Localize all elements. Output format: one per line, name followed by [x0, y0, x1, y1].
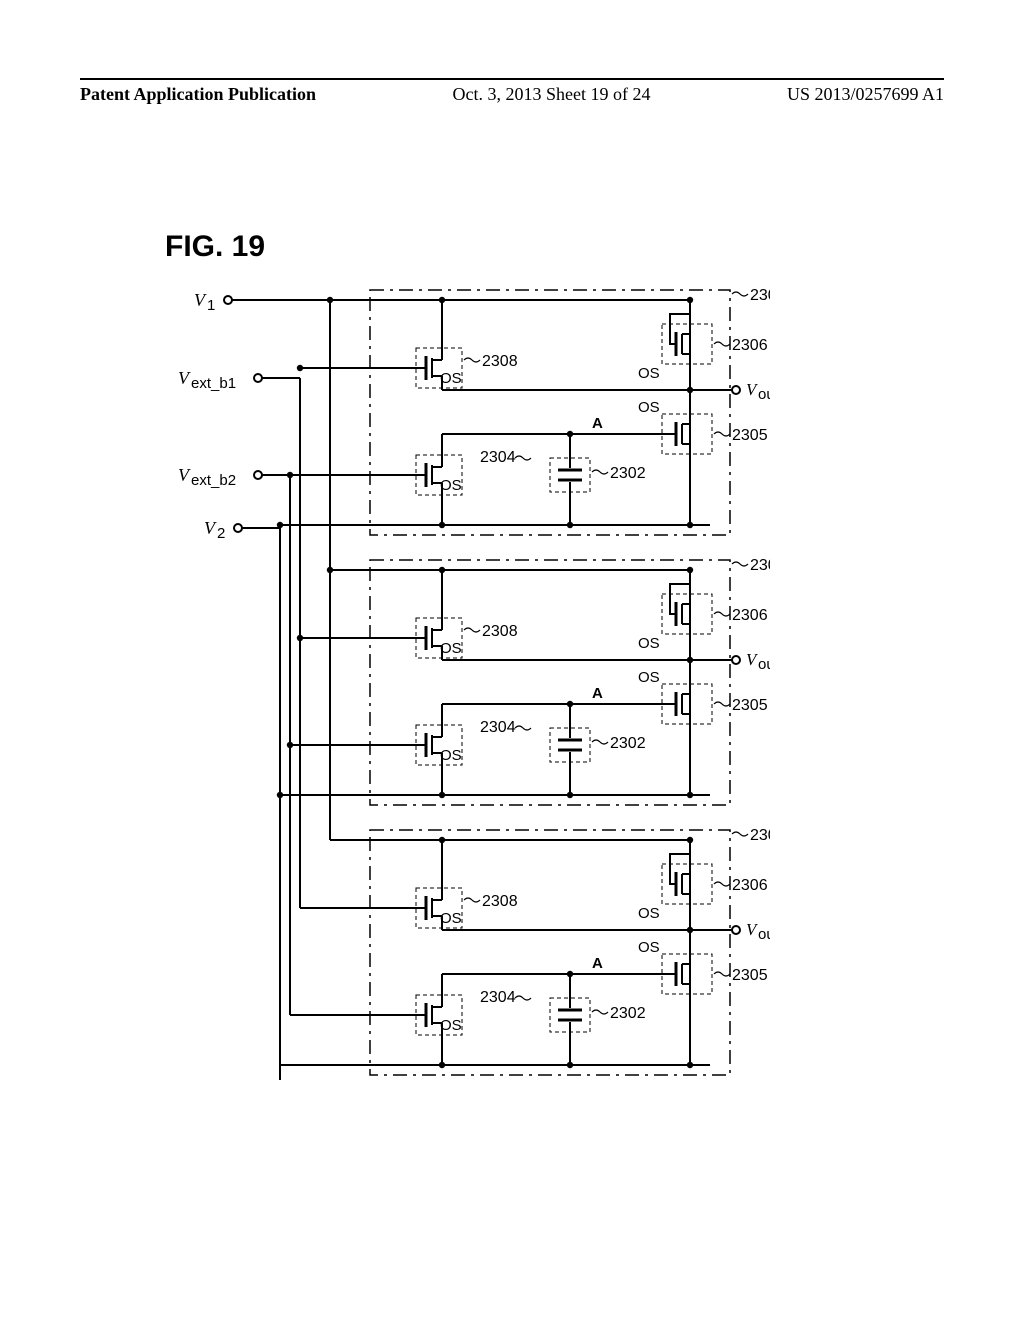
terminal-v1	[224, 296, 232, 304]
label-vextb1: V	[178, 368, 191, 388]
label-v2: V	[204, 518, 217, 538]
circuit-diagram: OS OS OS OS A 2304 2300 2306	[150, 280, 770, 1160]
label-vextb2-sub: ext_b2	[191, 472, 236, 489]
label-v2-sub: 2	[217, 525, 225, 542]
page-header: Patent Application Publication Oct. 3, 2…	[80, 84, 944, 105]
label-vextb2: V	[178, 465, 191, 485]
page: Patent Application Publication Oct. 3, 2…	[0, 0, 1024, 1320]
terminal-v2	[234, 524, 242, 532]
header-rule	[80, 78, 944, 80]
header-mid: Oct. 3, 2013 Sheet 19 of 24	[453, 84, 651, 105]
header-right: US 2013/0257699 A1	[787, 84, 944, 105]
terminal-vextb2	[254, 471, 262, 479]
header-left: Patent Application Publication	[80, 84, 316, 105]
terminal-vextb1	[254, 374, 262, 382]
figure-title: FIG. 19	[165, 230, 265, 264]
label-v1-sub: 1	[207, 297, 215, 314]
label-vextb1-sub: ext_b1	[191, 375, 236, 392]
label-v1: V	[194, 290, 207, 310]
